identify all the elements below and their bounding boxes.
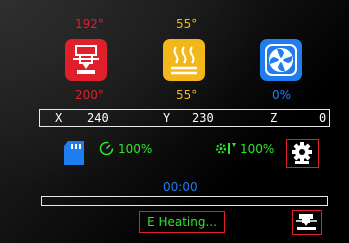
z-axis-label: Z <box>270 111 278 125</box>
x-axis-value: 240 <box>87 111 109 125</box>
sd-card-icon <box>64 141 84 165</box>
elapsed-time: 00:00 <box>163 180 198 194</box>
extruder-icon <box>73 45 99 74</box>
sd-card-button[interactable] <box>62 140 86 166</box>
print-speed: 100% <box>118 142 153 156</box>
fan-button[interactable] <box>260 39 302 81</box>
position-bar: X 240 Y 230 Z 0 <box>39 109 330 127</box>
bed-target-temp: 55° <box>176 88 198 102</box>
printer-menu-button[interactable] <box>292 210 322 235</box>
settings-button[interactable] <box>286 139 319 168</box>
z-axis-value: 0 <box>319 111 327 125</box>
settings-gear-icon <box>292 142 312 164</box>
y-axis-label: Y <box>163 111 171 125</box>
fan-icon <box>265 44 297 76</box>
y-axis-value: 230 <box>192 111 214 125</box>
fan-speed: 0% <box>272 88 292 102</box>
extruder-button[interactable] <box>65 39 107 81</box>
flow-rate: 100% <box>240 142 275 156</box>
status-message: E Heating... <box>139 211 225 233</box>
print-progress-bar <box>41 196 328 206</box>
x-axis-label: X <box>55 111 63 125</box>
flow-rate-icon <box>215 141 237 156</box>
heated-bed-icon <box>171 46 197 75</box>
extruder-target-temp: 200° <box>75 88 104 102</box>
bed-current-temp: 55° <box>176 17 198 31</box>
extruder-current-temp: 192° <box>75 17 104 31</box>
speed-gauge-icon <box>99 141 114 156</box>
bed-button[interactable] <box>163 39 205 81</box>
printer-menu-icon <box>296 214 317 230</box>
